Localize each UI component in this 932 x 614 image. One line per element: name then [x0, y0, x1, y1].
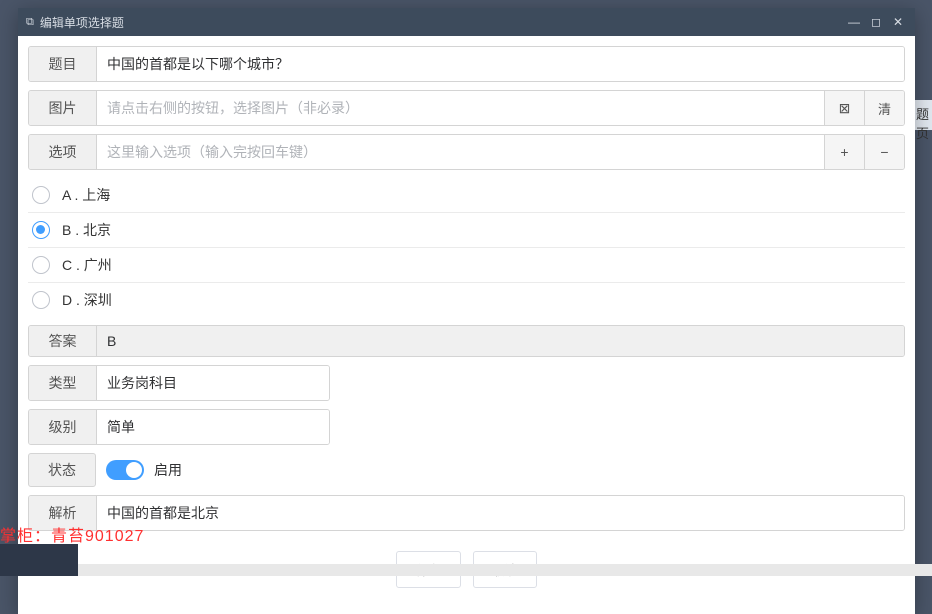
dialog-content: 题目 中国的首都是以下哪个城市？ 图片 请点击右侧的按钮，选择图片（非必录） ⊠…	[18, 36, 915, 614]
maximize-button[interactable]: ◻	[867, 13, 885, 31]
option-radio[interactable]	[32, 186, 50, 204]
window-icon: ⧉	[26, 16, 34, 29]
image-input[interactable]: 请点击右侧的按钮，选择图片（非必录）	[97, 91, 824, 125]
bottom-bar-fragment	[78, 564, 932, 576]
status-field: 启用	[96, 453, 905, 487]
bottom-sidebar-fragment	[0, 544, 78, 576]
option-label: A . 上海	[62, 185, 110, 205]
edit-question-dialog: ⧉ 编辑单项选择题 — ◻ ✕ 题目 中国的首都是以下哪个城市？ 图片 请点击右…	[18, 8, 915, 614]
options-label: 选项	[29, 135, 97, 169]
answer-value: B	[97, 326, 904, 356]
image-icon: ⊠	[839, 100, 851, 117]
answer-row: 答案 B	[28, 325, 905, 357]
options-input-row: 选项 这里输入选项（输入完按回车键） + −	[28, 134, 905, 170]
title-row: 题目 中国的首都是以下哪个城市？	[28, 46, 905, 82]
option-item[interactable]: C . 广州	[28, 248, 905, 283]
option-radio[interactable]	[32, 221, 50, 239]
option-remove-button[interactable]: −	[864, 135, 904, 169]
explain-label: 解析	[29, 496, 97, 530]
minimize-button[interactable]: —	[845, 13, 863, 31]
window-title: 编辑单项选择题	[40, 14, 124, 31]
status-toggle[interactable]	[106, 460, 144, 480]
status-row: 状态 启用	[28, 453, 905, 487]
level-select[interactable]: 简单	[97, 410, 329, 444]
image-label: 图片	[29, 91, 97, 125]
explain-row: 解析 中国的首都是北京	[28, 495, 905, 531]
option-item[interactable]: D . 深圳	[28, 283, 905, 317]
title-label: 题目	[29, 47, 97, 81]
status-label: 状态	[28, 453, 96, 487]
option-item[interactable]: A . 上海	[28, 178, 905, 213]
option-label: C . 广州	[62, 255, 112, 275]
options-list: A . 上海 B . 北京 C . 广州 D . 深圳	[28, 178, 905, 317]
title-input[interactable]: 中国的首都是以下哪个城市？	[97, 47, 904, 81]
type-label: 类型	[29, 366, 97, 400]
titlebar: ⧉ 编辑单项选择题 — ◻ ✕	[18, 8, 915, 36]
option-label: B . 北京	[62, 220, 111, 240]
type-select[interactable]: 业务岗科目	[97, 366, 329, 400]
image-row: 图片 请点击右侧的按钮，选择图片（非必录） ⊠ 清	[28, 90, 905, 126]
level-label: 级别	[29, 410, 97, 444]
option-item[interactable]: B . 北京	[28, 213, 905, 248]
option-radio[interactable]	[32, 256, 50, 274]
image-clear-button[interactable]: 清	[864, 91, 904, 125]
close-button[interactable]: ✕	[889, 13, 907, 31]
options-input[interactable]: 这里输入选项（输入完按回车键）	[97, 135, 824, 169]
option-label: D . 深圳	[62, 290, 112, 310]
type-row: 类型 业务岗科目	[28, 365, 330, 401]
status-text: 启用	[154, 460, 182, 480]
option-radio[interactable]	[32, 291, 50, 309]
image-pick-button[interactable]: ⊠	[824, 91, 864, 125]
answer-label: 答案	[29, 326, 97, 356]
level-row: 级别 简单	[28, 409, 330, 445]
explain-input[interactable]: 中国的首都是北京	[97, 496, 904, 530]
option-add-button[interactable]: +	[824, 135, 864, 169]
background-hint: 题页	[914, 100, 932, 130]
